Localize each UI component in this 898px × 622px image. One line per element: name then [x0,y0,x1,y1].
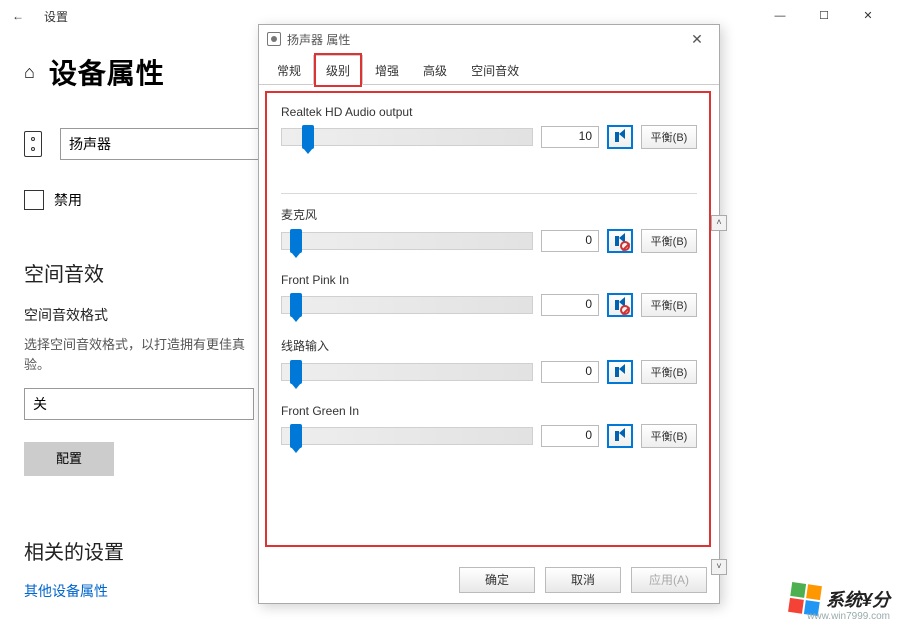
volume-slider[interactable] [281,128,533,146]
configure-button[interactable]: 配置 [24,442,114,476]
volume-value[interactable]: 0 [541,425,599,447]
volume-slider[interactable] [281,296,533,314]
balance-button[interactable]: 平衡(B) [641,293,697,317]
ok-button[interactable]: 确定 [459,567,535,593]
channel-label: Front Pink In [281,273,697,287]
tab-levels[interactable]: 级别 [313,55,363,85]
slider-thumb[interactable] [290,424,302,448]
watermark: 系统¥分 [790,584,890,614]
channel-label: Front Green In [281,404,697,418]
mute-button[interactable] [607,424,633,448]
device-name-input[interactable]: 扬声器 [60,128,265,160]
dialog-title: 扬声器 属性 [287,31,350,48]
scroll-down-button[interactable]: ˅ [711,559,727,575]
page-title: 设备属性 [49,52,165,92]
spatial-sound-dropdown[interactable]: 关 [24,388,254,420]
dialog-tabstrip: 常规 级别 增强 高级 空间音效 [259,53,719,85]
slider-thumb[interactable] [290,229,302,253]
dialog-titlebar[interactable]: 扬声器 属性 ✕ [259,25,719,53]
watermark-text: 系统¥分 [826,586,890,612]
cancel-button[interactable]: 取消 [545,567,621,593]
mute-button[interactable] [607,360,633,384]
tab-spatial-sound[interactable]: 空间音效 [459,56,531,84]
slider-thumb[interactable] [290,293,302,317]
watermark-url: www.win7999.com [807,611,890,622]
close-window-button[interactable]: ✕ [846,1,890,31]
speaker-properties-dialog: 扬声器 属性 ✕ 常规 级别 增强 高级 空间音效 ˄ ˅ Realtek HD… [258,24,720,604]
levels-tab-panel: ˄ ˅ Realtek HD Audio output 10 平衡(B) 麦 [259,85,719,555]
balance-button[interactable]: 平衡(B) [641,125,697,149]
back-icon[interactable]: ← [8,9,28,23]
minimize-button[interactable]: — [758,1,802,31]
mute-button[interactable] [607,125,633,149]
spatial-sound-description: 选择空间音效格式，以打造拥有更佳真验。 [24,335,254,374]
slider-thumb[interactable] [302,125,314,149]
tab-advanced[interactable]: 高级 [411,56,459,84]
disable-label: 禁用 [54,190,82,210]
disable-checkbox[interactable] [24,190,44,210]
volume-slider[interactable] [281,363,533,381]
window-title: 设置 [44,8,68,25]
channel-label: 线路输入 [281,337,697,354]
dialog-close-button[interactable]: ✕ [683,28,711,50]
dialog-icon [267,32,281,46]
volume-slider[interactable] [281,427,533,445]
tab-enhancements[interactable]: 增强 [363,56,411,84]
volume-value[interactable]: 0 [541,361,599,383]
mute-button[interactable] [607,229,633,253]
speaker-device-icon [24,131,42,157]
volume-value[interactable]: 10 [541,126,599,148]
mute-button[interactable] [607,293,633,317]
home-icon[interactable]: ⌂ [24,62,35,83]
volume-value[interactable]: 0 [541,230,599,252]
volume-slider[interactable] [281,232,533,250]
balance-button[interactable]: 平衡(B) [641,229,697,253]
slider-thumb[interactable] [290,360,302,384]
scroll-up-button[interactable]: ˄ [711,215,727,231]
volume-value[interactable]: 0 [541,294,599,316]
maximize-button[interactable]: ☐ [802,1,846,31]
balance-button[interactable]: 平衡(B) [641,360,697,384]
balance-button[interactable]: 平衡(B) [641,424,697,448]
tab-general[interactable]: 常规 [265,56,313,84]
apply-button[interactable]: 应用(A) [631,567,707,593]
channel-label: 麦克风 [281,206,697,223]
channel-label: Realtek HD Audio output [281,105,697,119]
